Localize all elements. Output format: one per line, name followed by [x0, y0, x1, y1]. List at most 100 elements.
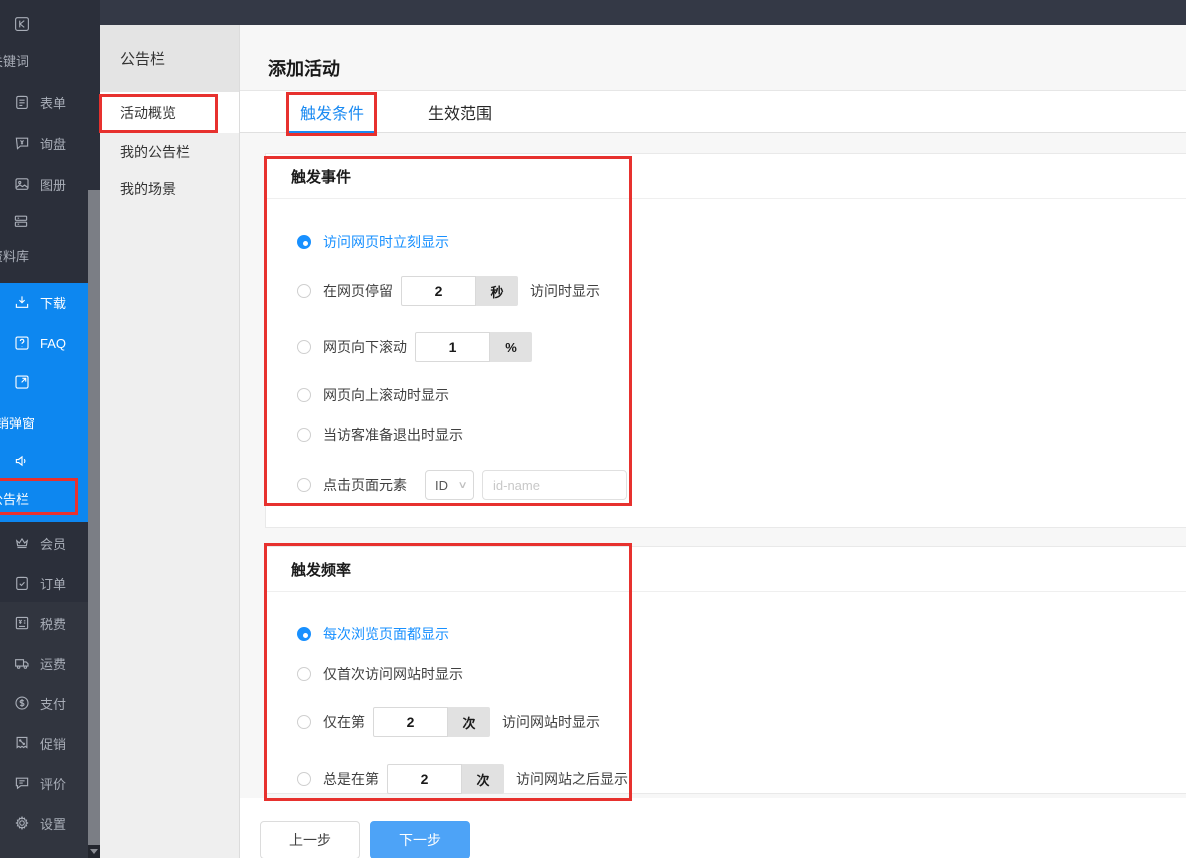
unit-percent: %	[490, 332, 532, 362]
sidebar-label: 评价	[40, 774, 66, 793]
submenu-label: 我的公告栏	[120, 142, 190, 162]
sidebar-label: 关键词	[0, 51, 29, 70]
review-icon	[13, 774, 31, 792]
member-icon	[13, 534, 31, 552]
sidebar-item-download[interactable]: 下载	[13, 292, 66, 312]
form-content: 触发事件 访问网页时立刻显示 在网页停留 秒 访问时显示 网页向	[240, 133, 1186, 858]
sidebar-item-payment[interactable]: 支付	[13, 693, 66, 713]
sidebar-label: 营销弹窗	[0, 413, 35, 432]
sidebar-label: 运费	[40, 654, 66, 673]
tab-trigger-conditions[interactable]: 触发条件	[287, 91, 377, 133]
primary-sidebar: 关键词 表单 询盘 图册 资料库 下载 FAQ 营销弹窗	[0, 0, 88, 858]
scrollbar-down-button[interactable]	[88, 845, 100, 858]
nth-visit-input[interactable]	[373, 707, 448, 737]
radio-nth-visit[interactable]	[297, 715, 311, 729]
sidebar-label: 订单	[40, 574, 66, 593]
sidebar-label: 表单	[40, 93, 66, 112]
option-label: 点击页面元素	[323, 475, 407, 495]
submenu-label: 我的场景	[120, 179, 176, 199]
previous-step-button[interactable]: 上一步	[260, 821, 360, 858]
element-type-select[interactable]: ID ∨	[425, 470, 474, 500]
option-label: 总是在第	[323, 769, 379, 789]
sidebar-item-album[interactable]: 图册	[13, 174, 66, 194]
radio-scroll-up[interactable]	[297, 388, 311, 402]
tab-effective-scope[interactable]: 生效范围	[415, 91, 505, 133]
element-id-input[interactable]	[482, 470, 627, 500]
scrollbar-thumb[interactable]	[88, 190, 100, 845]
scroll-percent-group: %	[415, 332, 532, 362]
sidebar-label: 下载	[40, 293, 66, 312]
sidebar-active-module-zone	[0, 283, 88, 522]
wizard-footer: 上一步 下一步	[240, 798, 1186, 858]
sidebar-label: 询盘	[40, 134, 66, 153]
option-label: 每次浏览页面都显示	[323, 624, 449, 644]
sidebar-item-announcement-bar[interactable]: 公告栏	[0, 488, 29, 508]
order-icon	[13, 574, 31, 592]
sidebar-item-members[interactable]: 会员	[13, 533, 66, 553]
sidebar-item-tax[interactable]: 税费	[13, 613, 66, 633]
sidebar-item-faq[interactable]: FAQ	[13, 333, 66, 353]
option-stay-seconds: 在网页停留 秒 访问时显示	[297, 276, 600, 306]
unit-times: 次	[462, 764, 504, 794]
sidebar-label: 图册	[40, 175, 66, 194]
option-suffix: 访问网站之后显示	[516, 769, 628, 789]
sidebar-label: 税费	[40, 614, 66, 633]
inquiry-icon	[13, 134, 31, 152]
submenu-item-my-scenes[interactable]: 我的场景	[100, 170, 239, 207]
download-icon	[13, 293, 31, 311]
sidebar-label: 促销	[40, 734, 66, 753]
chevron-down-icon	[90, 849, 98, 854]
radio-first-visit-only[interactable]	[297, 667, 311, 681]
shipping-icon	[13, 654, 31, 672]
tab-label: 生效范围	[428, 100, 492, 124]
option-label: 网页向下滚动	[323, 337, 407, 357]
sidebar-label: 设置	[40, 814, 66, 833]
chevron-down-icon: ∨	[457, 480, 467, 491]
sidebar-item-inquiry[interactable]: 询盘	[13, 133, 66, 153]
submenu-item-activity-overview[interactable]: 活动概览	[100, 92, 239, 133]
sidebar-item-keywords[interactable]: 关键词	[0, 50, 29, 70]
sidebar-item-settings[interactable]: 设置	[13, 813, 66, 833]
sidebar-item-library[interactable]: 资料库	[0, 245, 29, 265]
submenu-header-label: 公告栏	[120, 48, 165, 69]
sidebar-label: 资料库	[0, 246, 29, 265]
submenu-header: 公告栏	[100, 25, 239, 92]
announcement-icon[interactable]	[13, 452, 31, 475]
sidebar-item-forms[interactable]: 表单	[13, 92, 66, 112]
secondary-sidebar: 公告栏 活动概览 我的公告栏 我的场景	[100, 25, 240, 858]
scroll-percent-input[interactable]	[415, 332, 490, 362]
submenu-label: 活动概览	[120, 103, 176, 123]
select-value: ID	[435, 478, 448, 493]
sidebar-item-orders[interactable]: 订单	[13, 573, 66, 593]
radio-scroll-down[interactable]	[297, 340, 311, 354]
top-bar	[100, 0, 1186, 25]
sidebar-item-shipping[interactable]: 运费	[13, 653, 66, 673]
radio-show-immediately[interactable]	[297, 235, 311, 249]
submenu-item-my-announcement[interactable]: 我的公告栏	[100, 133, 239, 170]
option-label: 访问网页时立刻显示	[323, 232, 449, 252]
after-nth-visit-input[interactable]	[387, 764, 462, 794]
radio-click-element[interactable]	[297, 478, 311, 492]
sidebar-label: 支付	[40, 694, 66, 713]
option-label: 仅在第	[323, 712, 365, 732]
stay-seconds-input[interactable]	[401, 276, 476, 306]
radio-every-pageview[interactable]	[297, 627, 311, 641]
unit-times: 次	[448, 707, 490, 737]
nth-visit-group: 次	[373, 707, 490, 737]
sidebar-item-promotion[interactable]: 促销	[13, 733, 66, 753]
settings-icon	[13, 814, 31, 832]
page-title: 添加活动	[268, 55, 340, 81]
next-step-button[interactable]: 下一步	[370, 821, 470, 858]
radio-stay-seconds[interactable]	[297, 284, 311, 298]
tab-bar: 触发条件 生效范围	[240, 91, 1186, 133]
k-logo-icon[interactable]	[13, 15, 31, 38]
radio-after-nth-visit[interactable]	[297, 772, 311, 786]
sidebar-item-marketing-popup[interactable]: 营销弹窗	[0, 412, 35, 432]
radio-exit-intent[interactable]	[297, 428, 311, 442]
popup-icon[interactable]	[13, 373, 31, 396]
stay-seconds-group: 秒	[401, 276, 518, 306]
tab-label: 触发条件	[300, 100, 364, 124]
sidebar-item-reviews[interactable]: 评价	[13, 773, 66, 793]
tax-icon	[13, 614, 31, 632]
library-icon[interactable]	[12, 212, 30, 235]
